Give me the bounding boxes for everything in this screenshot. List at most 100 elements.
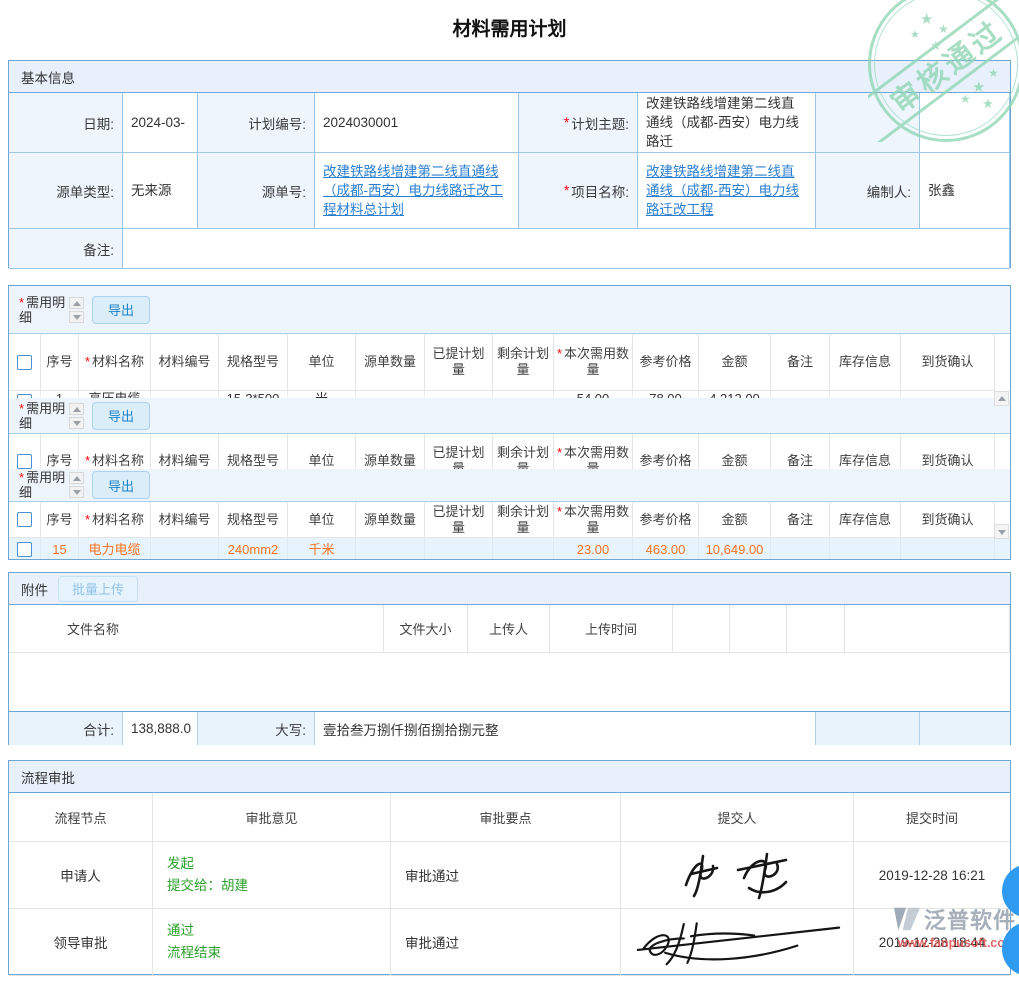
export-button[interactable]: 导出 [92,296,150,324]
spinner-up-icon[interactable] [69,403,84,415]
section-spinner [69,297,84,323]
column-header-source-qty: 源单数量 [356,502,425,538]
column-header-remark: 备注 [771,502,830,538]
select-all-checkbox[interactable] [17,454,32,469]
column-header-ref-price: 参考价格 [633,334,699,391]
basic-info-header: 基本信息 [9,61,1010,93]
select-all-cell [9,334,41,391]
table-row-15[interactable]: 15 电力电缆 240mm2 千米 23.00 463.00 10,649.00 [9,538,1010,560]
row-select-checkbox[interactable] [17,542,32,557]
column-header-arrival-confirm: 到货确认 [901,502,995,538]
column-header-upload-time: 上传时间 [550,605,673,653]
column-header-stock-info: 库存信息 [830,502,901,538]
detail-section-title: *需用明细 [19,401,67,431]
basic-info-section: 基本信息 日期: 2024-03- 计划编号: 2024030001 *计划主题… [8,60,1011,268]
column-header-arrival-confirm: 到货确认 [901,334,995,391]
detail-group-c: *需用明细 导出 序号 *材料名称 材料编号 规格型号 单位 源单数量 已提计划… [9,469,1010,560]
remark-value [123,229,1010,269]
subject-value: 改建铁路线增建第二线直通线（成都-西安）电力线路迁 [638,93,816,153]
required-asterisk: * [557,445,562,460]
spinner-up-icon[interactable] [69,472,84,484]
column-header-file-name: 文件名称 [9,605,384,653]
column-header-source-qty: 源单数量 [356,334,425,391]
required-asterisk: * [19,401,24,416]
spinner-down-icon[interactable] [69,417,84,429]
plan-no-label: 计划编号: [198,93,315,153]
project-link[interactable]: 改建铁路线增建第二线直通线（成都-西安）电力线路迁改工程 [646,162,807,219]
column-header-spec: 规格型号 [219,334,288,391]
source-no-link[interactable]: 改建铁路线增建第二线直通线（成都-西安）电力线路迁改工程材料总计划 [323,162,510,219]
source-no-cell: 改建铁路线增建第二线直通线（成都-西安）电力线路迁改工程材料总计划 [315,153,519,229]
required-asterisk: * [564,183,569,198]
column-header-material-name: *材料名称 [79,502,151,538]
vertical-scrollbar[interactable] [994,391,1009,539]
column-header-planned-qty: 已提计划量 [425,334,493,391]
detail-section: *需用明细 导出 序号 *材料名称 材料编号 规格型号 单位 源单数量 已提计划… [8,285,1011,560]
column-header-remaining-qty: 剩余计划量 [493,502,554,538]
cell-stock-info [830,538,901,560]
column-header-unit: 单位 [288,502,356,538]
required-asterisk: * [19,470,24,485]
column-header-remark: 备注 [771,334,830,391]
column-header-ref-price: 参考价格 [633,502,699,538]
flow-node: 领导审批 [9,909,153,976]
column-header-seq: 序号 [41,502,79,538]
opinion-cell: 发起 提交给：胡建 [153,842,391,909]
scroll-up-icon[interactable] [994,391,1009,406]
select-all-cell [9,502,41,538]
author-value: 张鑫 [920,153,1010,229]
batch-upload-button[interactable]: 批量上传 [58,576,138,602]
detail-section-title: *需用明细 [19,470,67,500]
attachment-title: 附件 [21,579,48,599]
column-header-submitter: 提交人 [621,793,854,842]
total-value: 138,888.0 [123,712,198,745]
scroll-down-icon[interactable] [994,524,1009,539]
approval-section: 流程审批 流程节点 审批意见 审批要点 提交人 提交时间 申请人 发起 提交给：… [8,760,1011,975]
approval-header: 流程审批 [9,761,1010,793]
column-header-remaining-qty: 剩余计划量 [493,334,554,391]
column-header-flow-node: 流程节点 [9,793,153,842]
export-button[interactable]: 导出 [92,471,150,499]
source-no-label: 源单号: [198,153,315,229]
opinion-line: 通过 [167,922,221,940]
page-title: 材料需用计划 [0,14,1019,41]
cell-planned-qty [425,538,493,560]
column-header-amount: 金额 [699,334,771,391]
detail-toolbar: *需用明细 导出 [9,286,1010,334]
empty-value-cell [920,93,1010,153]
signature-hu-jian [621,909,854,976]
detail-toolbar: *需用明细 导出 [9,469,1010,502]
column-header-planned-qty: 已提计划量 [425,502,493,538]
column-header-amount: 金额 [699,502,771,538]
remark-label: 备注: [9,229,123,269]
cell-amount: 10,649.00 [699,538,771,560]
column-header-unit: 单位 [288,334,356,391]
cell-spec: 240mm2 [219,538,288,560]
column-header-material-code: 材料编号 [151,502,219,538]
spinner-up-icon[interactable] [69,297,84,309]
spinner-down-icon[interactable] [69,486,84,498]
cell-need-qty: 23.00 [554,538,633,560]
column-header-need-qty: *本次需用数量 [554,334,633,391]
spinner-down-icon[interactable] [69,311,84,323]
empty-total-cell [920,712,1010,745]
export-button[interactable]: 导出 [92,402,150,430]
subject-label: *计划主题: [519,93,638,153]
select-all-checkbox[interactable] [17,512,32,527]
empty-total-cell [816,712,920,745]
cell-source-qty [356,538,425,560]
row-select-cell [9,538,41,560]
required-asterisk: * [85,354,90,369]
column-header-need-qty: *本次需用数量 [554,502,633,538]
column-header-file-size: 文件大小 [384,605,468,653]
column-header-stock-info: 库存信息 [830,334,901,391]
detail-header-row: 序号 *材料名称 材料编号 规格型号 单位 源单数量 已提计划量 剩余计划量 *… [9,502,1010,538]
project-cell: 改建铁路线增建第二线直通线（成都-西安）电力线路迁改工程 [638,153,816,229]
approval-row-leader: 领导审批 通过 流程结束 审批通过 2019-12-28 18:44 [9,909,1010,976]
select-all-checkbox[interactable] [17,355,32,370]
cell-arrival-confirm [901,538,995,560]
column-header-material-name: *材料名称 [79,334,151,391]
column-header-key-point: 审批要点 [391,793,621,842]
required-asterisk: * [85,512,90,527]
submit-time: 2019-12-28 18:44 [854,909,1010,976]
